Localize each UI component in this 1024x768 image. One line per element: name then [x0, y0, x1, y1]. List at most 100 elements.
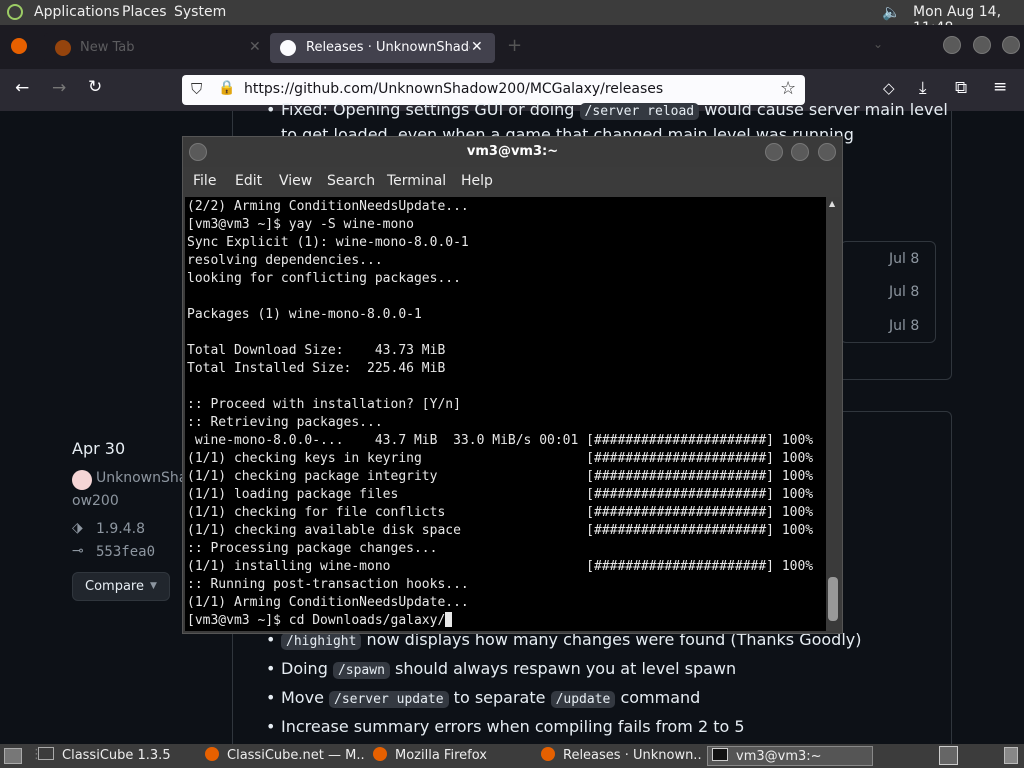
menu-file[interactable]: File — [193, 173, 216, 189]
menu-view[interactable]: View — [279, 173, 312, 189]
extensions-icon[interactable]: ⧉ — [955, 78, 967, 98]
places-menu[interactable]: Places — [122, 4, 167, 20]
minimize-window-icon[interactable] — [943, 36, 961, 54]
new-tab-plus-icon[interactable]: + — [507, 35, 522, 56]
url-text[interactable]: https://github.com/UnknownShadow200/MCGa… — [244, 81, 663, 97]
terminal-line: Packages (1) wine-mono-8.0.0-1 — [187, 307, 422, 322]
compare-label: Compare — [85, 579, 144, 594]
trash-icon[interactable] — [1004, 747, 1018, 764]
tab-label: New Tab — [80, 40, 135, 55]
taskbar-item-classicube[interactable]: ClassiCube 1.3.5 — [38, 746, 198, 766]
workspace-switcher[interactable] — [939, 746, 958, 765]
terminal-line: :: Retrieving packages... — [187, 415, 383, 430]
close-tab-icon[interactable]: ✕ — [471, 39, 483, 55]
terminal-titlebar[interactable]: vm3@vm3:~ — [183, 137, 842, 167]
inline-code: /update — [550, 691, 616, 708]
tab-new-tab[interactable]: New Tab ✕ — [44, 33, 269, 63]
terminal-line: [vm3@vm3 ~]$ yay -S wine-mono — [187, 217, 414, 232]
list-tabs-chevron-down-icon[interactable]: ⌄ — [873, 37, 883, 51]
menu-terminal[interactable]: Terminal — [387, 173, 446, 189]
browser-tab-strip: New Tab ✕ Releases · UnknownShadow ✕ + ⌄ — [0, 25, 1024, 69]
terminal-line: :: Processing package changes... — [187, 541, 438, 556]
chevron-down-icon: ▼ — [150, 581, 157, 591]
terminal-line: wine-mono-8.0.0-... 43.7 MiB 33.0 MiB/s … — [187, 433, 814, 448]
system-menu[interactable]: System — [174, 4, 226, 20]
terminal-output[interactable]: (2/2) Arming ConditionNeedsUpdate... [vm… — [185, 197, 826, 631]
volume-icon[interactable]: 🔈 — [882, 3, 901, 21]
firefox-view-icon[interactable] — [11, 38, 27, 54]
github-icon — [280, 40, 296, 56]
terminal-line: looking for conflicting packages... — [187, 271, 461, 286]
show-desktop-icon[interactable] — [4, 748, 22, 764]
terminal-line: Total Download Size: 43.73 MiB — [187, 343, 446, 358]
author-link-wrap[interactable]: ow200 — [72, 493, 119, 509]
minimize-window-icon[interactable] — [765, 143, 783, 161]
distro-logo-icon[interactable] — [7, 4, 23, 20]
commit-icon: ⊸ — [72, 543, 84, 559]
asset-date: Jul 8 — [889, 284, 920, 300]
menu-help[interactable]: Help — [461, 173, 493, 189]
maximize-window-icon[interactable] — [791, 143, 809, 161]
tag-icon: ⬗ — [72, 520, 83, 536]
pocket-icon[interactable]: ◇ — [883, 79, 895, 97]
scroll-up-arrow-icon[interactable]: ▲ — [829, 199, 835, 208]
inline-code: /highight — [281, 633, 362, 650]
terminal-window[interactable]: vm3@vm3:~ File Edit View Search Terminal… — [182, 136, 843, 634]
window-menu-icon[interactable] — [189, 143, 207, 161]
terminal-line: :: Running post-transaction hooks... — [187, 577, 469, 592]
release-note-item: Increase summary errors when compiling f… — [266, 717, 745, 736]
shield-icon[interactable]: ⛉ — [191, 80, 202, 98]
terminal-prompt-line[interactable]: [vm3@vm3 ~]$ cd Downloads/galaxy/ — [185, 612, 826, 630]
firefox-icon — [541, 747, 555, 761]
close-window-icon[interactable] — [1002, 36, 1020, 54]
terminal-line: (1/1) checking package integrity [######… — [187, 469, 814, 484]
terminal-line: (1/1) Arming ConditionNeedsUpdate... — [187, 595, 469, 610]
compare-button[interactable]: Compare ▼ — [72, 572, 170, 601]
menu-edit[interactable]: Edit — [235, 173, 262, 189]
applications-menu[interactable]: Applications — [34, 4, 120, 20]
close-tab-icon[interactable]: ✕ — [249, 39, 261, 55]
scrollbar-thumb[interactable] — [828, 577, 838, 621]
terminal-line: :: Proceed with installation? [Y/n] — [187, 397, 461, 412]
taskbar-item-mozilla-firefox[interactable]: Mozilla Firefox — [373, 746, 533, 766]
terminal-line: (1/1) installing wine-mono [############… — [187, 559, 814, 574]
release-note-item: Move /server update to separate /update … — [266, 688, 700, 708]
taskbar-item-classicube-net[interactable]: ClassiCube.net — M... — [205, 746, 365, 766]
terminal-title: vm3@vm3:~ — [466, 144, 559, 159]
asset-date: Jul 8 — [889, 318, 920, 334]
terminal-icon — [712, 748, 728, 761]
taskbar-item-terminal[interactable]: vm3@vm3:~ — [707, 746, 873, 766]
commit-link[interactable]: 553fea0 — [96, 544, 155, 560]
menu-search[interactable]: Search — [327, 173, 375, 189]
terminal-menubar: File Edit View Search Terminal Help — [183, 169, 842, 195]
top-panel: Applications Places System 🔈 Mon Aug 14,… — [0, 0, 1024, 36]
lock-icon[interactable]: 🔒 — [218, 80, 235, 96]
window-icon — [38, 747, 54, 760]
taskbar-item-releases[interactable]: Releases · Unknown... — [541, 746, 703, 766]
back-arrow-icon[interactable]: ← — [15, 78, 29, 98]
asset-date: Jul 8 — [889, 251, 920, 267]
release-date: Apr 30 — [72, 439, 126, 458]
close-window-icon[interactable] — [818, 143, 836, 161]
author-link[interactable]: UnknownSha — [96, 470, 187, 486]
terminal-line: (1/1) checking keys in keyring [########… — [187, 451, 814, 466]
tab-releases[interactable]: Releases · UnknownShadow ✕ — [270, 33, 495, 63]
release-note-item: Doing /spawn should always respawn you a… — [266, 659, 736, 679]
forward-arrow-icon[interactable]: → — [52, 78, 66, 98]
bookmark-star-icon[interactable]: ☆ — [780, 78, 796, 99]
reload-icon[interactable]: ↻ — [88, 77, 102, 97]
hamburger-menu-icon[interactable]: ≡ — [993, 77, 1007, 97]
firefox-icon — [55, 40, 71, 56]
terminal-line: (1/1) loading package files [###########… — [187, 487, 814, 502]
terminal-line: (2/2) Arming ConditionNeedsUpdate... — [187, 199, 469, 214]
downloads-icon[interactable]: ⤓ — [919, 78, 927, 98]
terminal-scrollbar[interactable]: ▲ — [826, 197, 840, 631]
firefox-icon — [373, 747, 387, 761]
assets-list: Jul 8 Jul 8 Jul 8 — [840, 241, 936, 343]
maximize-window-icon[interactable] — [973, 36, 991, 54]
author-avatar[interactable] — [72, 470, 92, 490]
tag-link[interactable]: 1.9.4.8 — [96, 521, 145, 537]
